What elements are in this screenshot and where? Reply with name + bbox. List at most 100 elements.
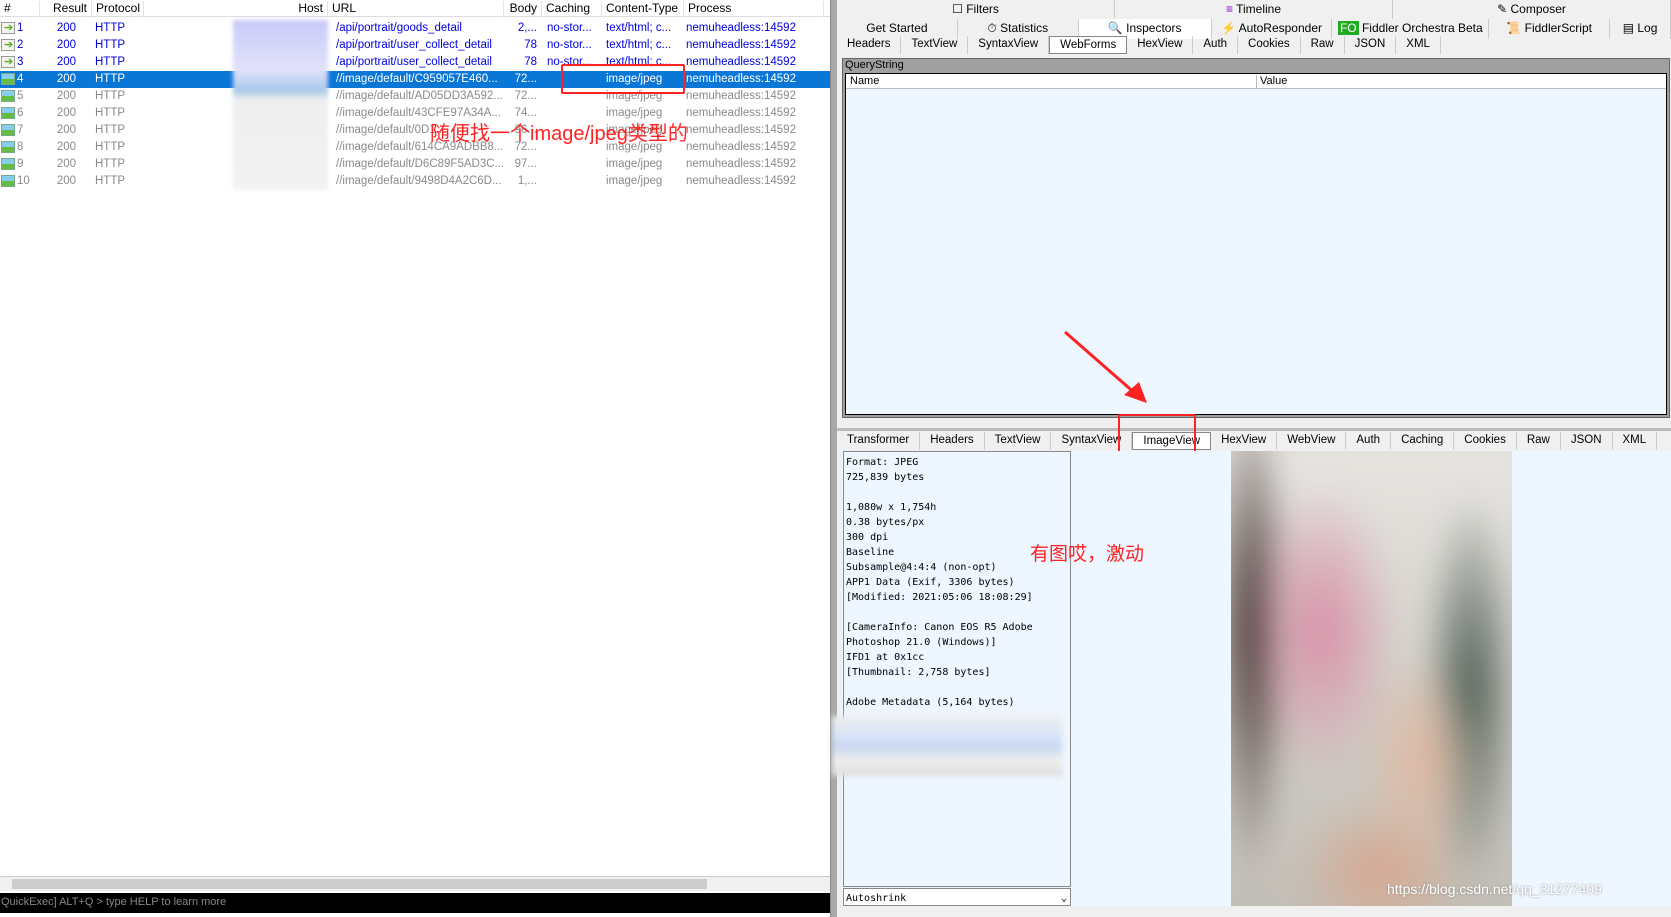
request-tab-textview[interactable]: TextView xyxy=(901,36,969,54)
response-tab-json[interactable]: JSON xyxy=(1561,432,1613,450)
response-tab-raw[interactable]: Raw xyxy=(1517,432,1561,450)
cell-process: nemuheadless:14592 xyxy=(686,56,796,68)
cell-process: nemuheadless:14592 xyxy=(686,175,796,187)
sessions-pane: # Result Protocol Host URL Body Caching … xyxy=(0,0,830,917)
cell-id: 4 xyxy=(17,73,24,85)
cell-protocol: HTTP xyxy=(95,175,126,187)
response-tabs: Transformer Headers TextView SyntaxView Imag… xyxy=(837,428,1671,450)
response-tab-hexview[interactable]: HexView xyxy=(1211,432,1278,450)
cell-process: nemuheadless:14592 xyxy=(686,22,796,34)
cell-id: 7 xyxy=(17,124,24,136)
col-url[interactable]: URL xyxy=(328,1,504,17)
request-tab-raw[interactable]: Raw xyxy=(1301,36,1345,54)
tab-log[interactable]: ▤ Log xyxy=(1610,19,1671,39)
request-tab-headers[interactable]: Headers xyxy=(837,36,902,54)
response-tab-caching[interactable]: Caching xyxy=(1391,432,1455,450)
cell-process: nemuheadless:14592 xyxy=(686,124,796,136)
imageview-panel: Format: JPEG 725,839 bytes 1,080w x 1,75… xyxy=(832,451,1671,906)
cell-body: 2,... xyxy=(517,22,537,34)
col-process[interactable]: Process xyxy=(684,1,824,17)
session-row[interactable]: 10 200 HTTP //image/default/9498D4A2C6D... 1… xyxy=(0,173,830,190)
pane-splitter[interactable] xyxy=(830,0,837,917)
autoshrink-select[interactable]: Autoshrink ⌄ xyxy=(843,888,1071,906)
tab-filters[interactable]: ☐ Filters xyxy=(837,0,1115,19)
col-content-type[interactable]: Content-Type xyxy=(602,1,684,17)
cell-body: 72... xyxy=(514,90,537,102)
arrow-icon xyxy=(1,56,15,68)
cell-result: 200 xyxy=(56,90,76,102)
response-tab-cookies[interactable]: Cookies xyxy=(1454,432,1517,450)
cell-url: /api/portrait/user_collect_detail xyxy=(336,56,492,68)
request-tab-webforms[interactable]: WebForms xyxy=(1049,36,1128,54)
cell-protocol: HTTP xyxy=(95,56,126,68)
cell-body: 72... xyxy=(514,73,537,85)
cell-result: 200 xyxy=(56,56,76,68)
request-tab-json[interactable]: JSON xyxy=(1345,36,1397,54)
scrollbar-thumb[interactable] xyxy=(12,879,707,889)
col-id[interactable]: # xyxy=(0,1,40,17)
request-tab-xml[interactable]: XML xyxy=(1396,36,1441,54)
image-info-text[interactable]: Format: JPEG 725,839 bytes 1,080w x 1,75… xyxy=(843,451,1071,887)
cell-url: /api/portrait/user_collect_detail xyxy=(336,39,492,51)
tab-timeline[interactable]: ≡ Timeline xyxy=(1115,0,1393,19)
session-row[interactable]: 7 200 HTTP//image/default/0D1... 96... image… xyxy=(0,122,830,139)
tab-fiddlerscript[interactable]: 📜 FiddlerScript xyxy=(1489,19,1611,39)
request-tab-hexview[interactable]: HexView xyxy=(1127,36,1194,54)
lightning-icon: ⚡ xyxy=(1220,21,1236,35)
cell-protocol: HTTP xyxy=(95,158,126,170)
cell-result: 200 xyxy=(56,22,76,34)
top-tabs-row1: ☐ Filters ≡ Timeline ✎ Composer xyxy=(837,0,1671,19)
request-tab-auth[interactable]: Auth xyxy=(1193,36,1239,54)
tab-composer[interactable]: ✎ Composer xyxy=(1393,0,1671,19)
image-annotation: 有图哎，激动 xyxy=(1030,544,1145,565)
response-tab-transformer[interactable]: Transformer xyxy=(837,432,921,450)
cell-result: 200 xyxy=(56,124,76,136)
session-row[interactable]: 3 200 HTTP/api/portrait/user_collect_detai… xyxy=(0,54,830,71)
cell-url: //image/default/C959057E460... xyxy=(336,73,498,85)
querystring-grid[interactable]: Name Value xyxy=(845,73,1667,415)
cell-protocol: HTTP xyxy=(95,107,126,119)
response-tab-textview[interactable]: TextView xyxy=(985,432,1052,450)
highlight-box xyxy=(561,64,685,94)
session-row[interactable]: 9 200 HTTP //image/default/D6C89F5AD3C... 97… xyxy=(0,156,830,173)
cell-process: nemuheadless:14592 xyxy=(686,107,796,119)
response-tab-xml[interactable]: XML xyxy=(1613,432,1658,450)
col-protocol[interactable]: Protocol xyxy=(92,1,144,17)
session-row[interactable]: 4 200 HTTP //image/default/C959057E460... 72… xyxy=(0,71,830,88)
redacted-info xyxy=(832,716,1062,776)
watermark: https://blog.csdn.net/qq_31277409 xyxy=(1387,881,1602,897)
response-tab-webview[interactable]: WebView xyxy=(1277,432,1347,450)
session-row[interactable]: 6 200 HTTP//image/default/43CFE97A34A... 74… xyxy=(0,105,830,122)
horizontal-scrollbar[interactable] xyxy=(0,876,830,891)
session-row[interactable]: 1 200 HTTP/api/portrait/goods_detail 2,... n… xyxy=(0,20,830,37)
chevron-down-icon: ⌄ xyxy=(1060,893,1067,904)
quickexec-input[interactable]: QuickExec] ALT+Q > type HELP to learn mo… xyxy=(0,893,830,913)
cell-caching: no-stor... xyxy=(547,39,592,51)
cell-type: text/html; c... xyxy=(606,39,672,51)
col-body[interactable]: Body xyxy=(504,1,542,17)
cell-result: 200 xyxy=(56,39,76,51)
cell-id: 1 xyxy=(17,22,24,34)
request-tab-syntaxview[interactable]: SyntaxView xyxy=(968,36,1050,54)
response-tab-headers[interactable]: Headers xyxy=(920,432,985,450)
session-row[interactable]: 8 200 HTTP//image/default/614CA9ADBB8... 72… xyxy=(0,139,830,156)
name-column[interactable]: Name xyxy=(850,75,879,87)
col-result[interactable]: Result xyxy=(40,1,92,17)
col-caching[interactable]: Caching xyxy=(542,1,602,17)
cell-body: 1,... xyxy=(517,175,537,187)
cell-type: text/html; c... xyxy=(606,22,672,34)
cell-protocol: HTTP xyxy=(95,22,126,34)
session-row[interactable]: 2 200 HTTP/api/portrait/user_collect_detai… xyxy=(0,37,830,54)
request-tab-cookies[interactable]: Cookies xyxy=(1238,36,1301,54)
cell-process: nemuheadless:14592 xyxy=(686,158,796,170)
session-row[interactable]: 5 200 HTTP //image/default/AD05DD3A592... 72… xyxy=(0,88,830,105)
image-icon xyxy=(1,158,15,170)
cell-result: 200 xyxy=(56,175,76,187)
cell-type: image/jpeg xyxy=(606,175,663,187)
value-column[interactable]: Value xyxy=(1256,75,1287,89)
fo-icon: FO xyxy=(1337,21,1359,35)
image-icon xyxy=(1,107,15,119)
response-tab-auth[interactable]: Auth xyxy=(1346,432,1392,450)
cell-process: nemuheadless:14592 xyxy=(686,141,796,153)
col-host[interactable]: Host xyxy=(144,1,328,17)
